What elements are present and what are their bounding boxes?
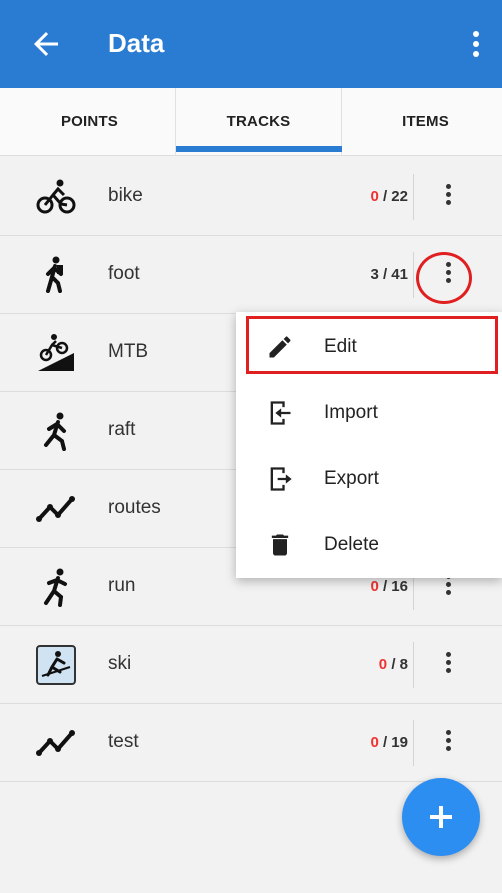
tab-items[interactable]: ITEMS (342, 88, 502, 156)
highlight-circle (416, 252, 472, 304)
list-item[interactable]: test 0 / 19 (0, 704, 502, 782)
list-item[interactable]: bike 0 / 22 (0, 158, 502, 236)
route-line-icon (36, 730, 75, 756)
divider (413, 720, 414, 766)
track-name: test (108, 731, 139, 752)
track-name: run (108, 575, 136, 596)
walker-icon (44, 412, 66, 451)
page-title: Data (108, 28, 165, 58)
track-name: ski (108, 653, 132, 674)
track-count: 0 / 8 (378, 656, 408, 673)
more-vert-icon[interactable] (440, 728, 456, 758)
menu-item-import[interactable]: Import (236, 380, 502, 446)
track-name: routes (108, 497, 161, 518)
track-name: raft (108, 419, 136, 440)
highlight-box (246, 316, 498, 374)
plus-icon (430, 806, 452, 828)
track-count: 3 / 41 (370, 266, 408, 283)
active-tab-indicator (176, 146, 342, 152)
more-vert-icon[interactable] (468, 28, 484, 64)
list-item[interactable]: ski 0 / 8 (0, 626, 502, 704)
menu-item-export[interactable]: Export (236, 446, 502, 512)
tab-points[interactable]: POINTS (6, 88, 173, 156)
more-vert-icon[interactable] (440, 182, 456, 212)
mountain-bike-icon (38, 334, 74, 371)
menu-item-label: Export (324, 468, 379, 489)
track-count: 0 / 19 (370, 734, 408, 751)
hiker-icon (46, 256, 63, 293)
arrow-left-icon[interactable] (28, 26, 64, 62)
track-name: foot (108, 263, 140, 284)
export-icon (270, 467, 292, 491)
track-count: 0 / 16 (370, 578, 408, 595)
track-name: MTB (108, 341, 149, 362)
track-name: bike (108, 185, 143, 206)
add-track-button[interactable] (402, 778, 480, 856)
menu-item-label: Import (324, 402, 378, 423)
import-icon (270, 401, 291, 425)
route-line-icon (36, 496, 75, 522)
menu-item-label: Delete (324, 534, 379, 555)
menu-item-delete[interactable]: Delete (236, 512, 502, 578)
more-vert-icon[interactable] (440, 650, 456, 680)
skier-icon (36, 645, 76, 685)
divider (413, 174, 414, 220)
app-bar: Data (0, 0, 502, 88)
track-count: 0 / 22 (370, 188, 408, 205)
divider (413, 642, 414, 688)
divider (413, 252, 414, 298)
bicycle-icon (36, 179, 76, 214)
trash-icon (271, 534, 289, 556)
runner-icon (44, 568, 67, 607)
